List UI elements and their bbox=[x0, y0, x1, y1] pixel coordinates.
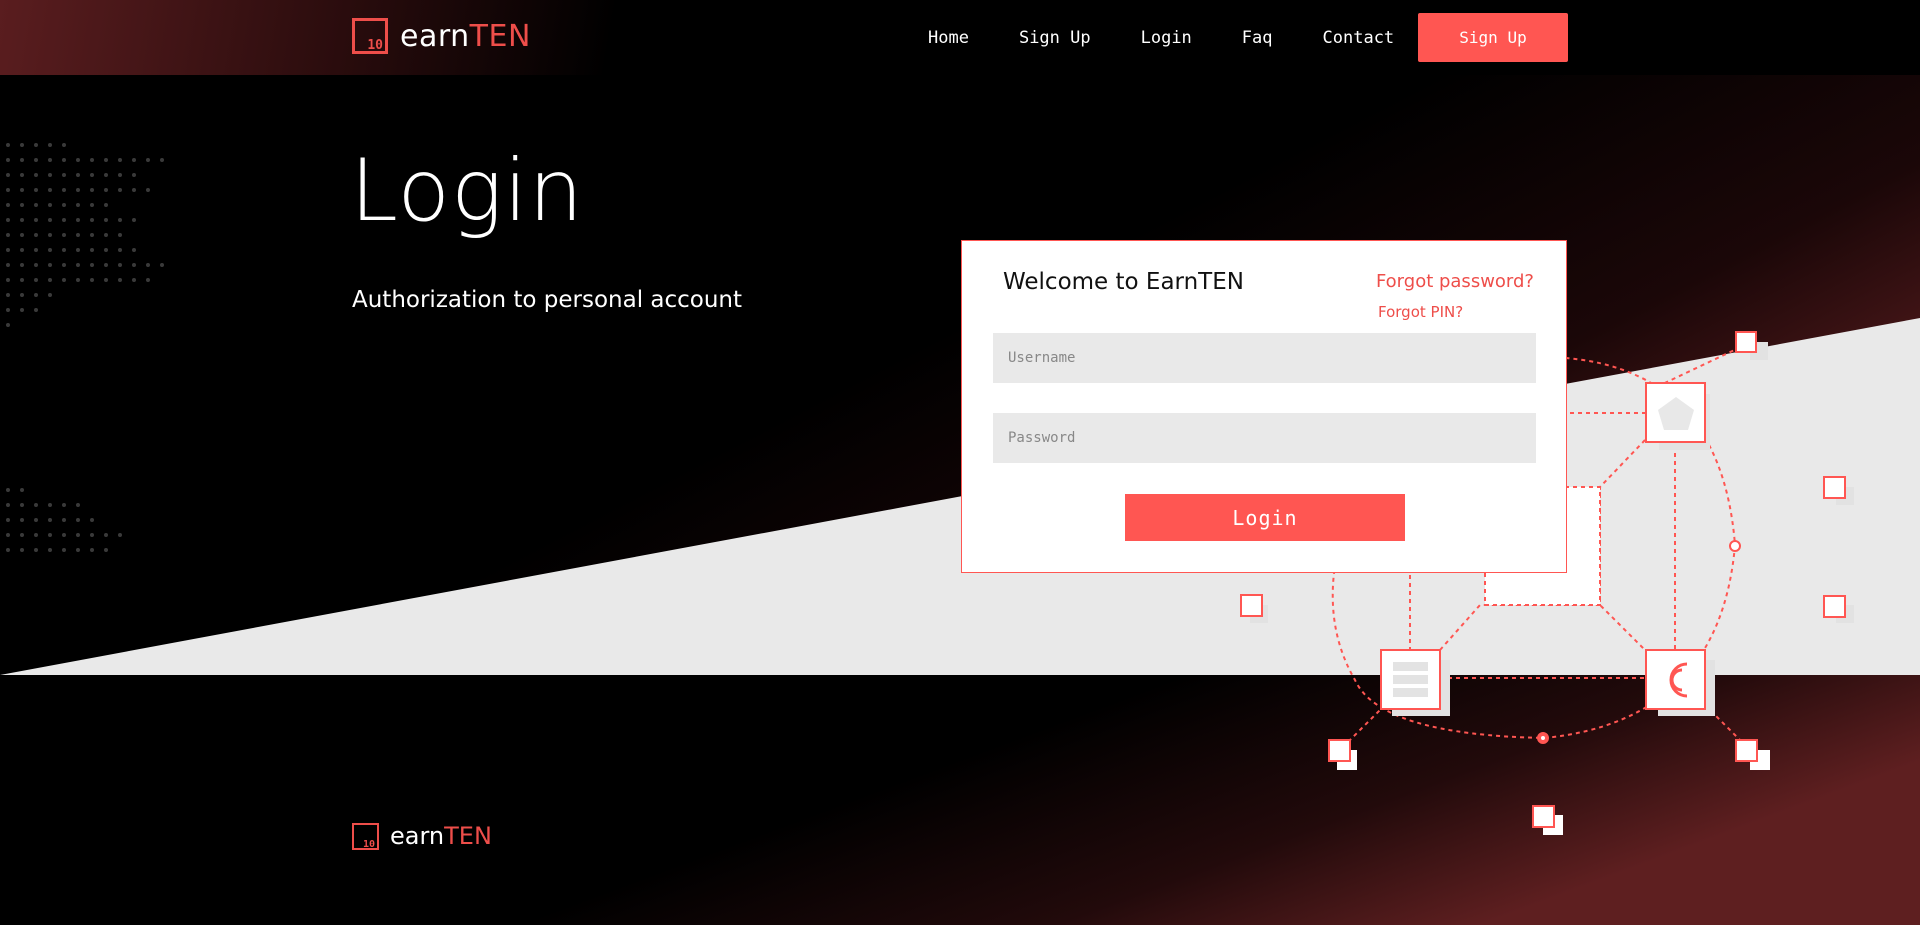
main-nav: Home Sign Up Login Faq Contact bbox=[928, 13, 1394, 62]
logo-text-ten: TEN bbox=[469, 18, 531, 54]
top-bar: 10 earnTEN Home Sign Up Login Faq Contac… bbox=[0, 0, 1920, 75]
forgot-password-link[interactable]: Forgot password? bbox=[1376, 271, 1534, 292]
logo-text-earn: earn bbox=[400, 18, 470, 54]
background-art bbox=[0, 75, 1920, 925]
list-icon bbox=[1393, 662, 1428, 697]
logo-text: earnTEN bbox=[400, 19, 531, 54]
page-subtitle: Authorization to personal account bbox=[352, 287, 743, 313]
header-logo[interactable]: 10 earnTEN bbox=[352, 18, 531, 54]
password-input[interactable] bbox=[993, 413, 1536, 463]
username-input[interactable] bbox=[993, 333, 1536, 383]
login-card: Welcome to EarnTEN Forgot password? Forg… bbox=[961, 240, 1567, 573]
logo-icon: 10 bbox=[352, 18, 388, 54]
footer-logo[interactable]: 10 earnTEN bbox=[352, 822, 492, 850]
nav-login[interactable]: Login bbox=[1141, 28, 1192, 48]
logo-text: earnTEN bbox=[390, 822, 492, 850]
nav-contact[interactable]: Contact bbox=[1323, 28, 1395, 48]
logo-mark-text: 10 bbox=[362, 838, 375, 850]
logo-icon: 10 bbox=[352, 822, 379, 850]
logo-text-earn: earn bbox=[390, 822, 445, 850]
login-card-title: Welcome to EarnTEN bbox=[1003, 269, 1244, 295]
forgot-pin-link[interactable]: Forgot PIN? bbox=[1378, 303, 1463, 321]
login-button[interactable]: Login bbox=[1125, 494, 1405, 541]
nav-home[interactable]: Home bbox=[928, 28, 969, 48]
nav-sign-up[interactable]: Sign Up bbox=[1019, 28, 1091, 48]
logo-mark-text: 10 bbox=[367, 38, 383, 53]
logo-text-ten: TEN bbox=[444, 822, 492, 850]
page-title: Login bbox=[350, 141, 585, 241]
nav-faq[interactable]: Faq bbox=[1242, 28, 1273, 48]
sign-up-button[interactable]: Sign Up bbox=[1418, 13, 1568, 62]
